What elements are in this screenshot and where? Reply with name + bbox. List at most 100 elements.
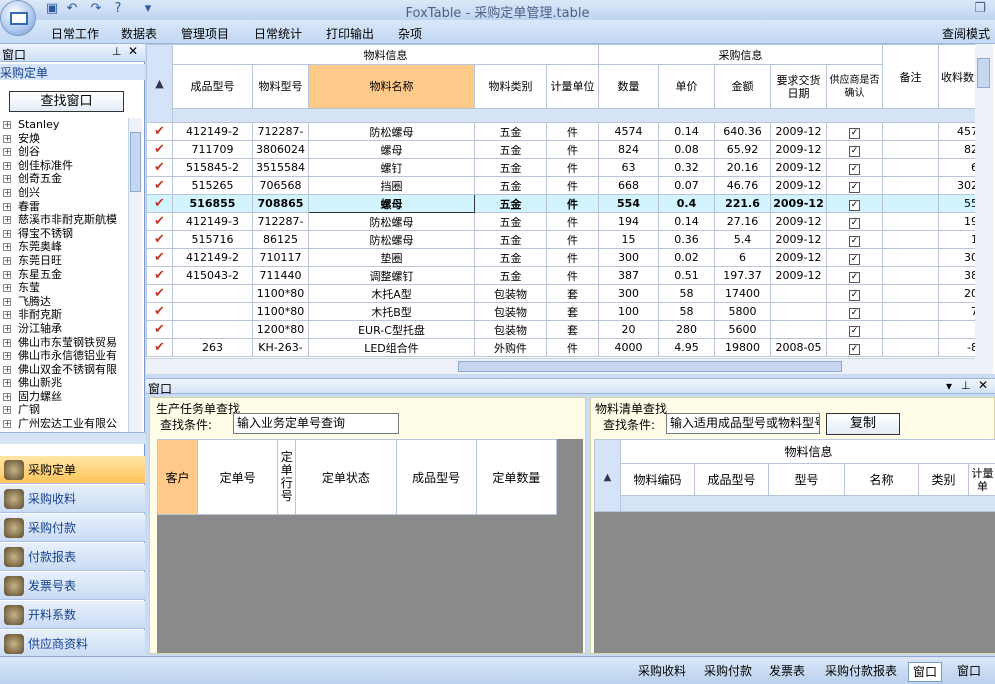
table-cell[interactable]: 外购件 [474, 338, 547, 357]
expand-icon[interactable]: + [3, 256, 11, 265]
table-cell[interactable]: 防松螺母 [308, 122, 475, 141]
table-cell[interactable]: 五金 [474, 140, 547, 159]
expand-icon[interactable]: + [3, 148, 11, 157]
grid-vertical-scrollbar[interactable] [975, 44, 993, 374]
supplier-confirmed-checkbox[interactable]: ✓ [826, 212, 883, 231]
table-cell[interactable]: 300 [598, 248, 659, 267]
table-cell[interactable]: 15 [598, 230, 659, 249]
table-cell[interactable]: 640.36 [714, 122, 771, 141]
tree-item[interactable]: + 佛山双金不锈钢有限 [0, 363, 128, 377]
table-cell[interactable]: 2009-12 [770, 194, 827, 213]
table-row[interactable]: ✔ 412149-3 712287- 防松螺母 五金件 194 0.14 27.16 2009-… [146, 212, 988, 231]
table-cell[interactable]: 5600 [714, 320, 771, 339]
table-cell[interactable]: 件 [546, 266, 599, 285]
production-col-header[interactable]: 定单数量 [475, 439, 558, 515]
row-selector[interactable]: ✔ [146, 230, 173, 249]
table-cell[interactable]: 2008-05 [770, 338, 827, 357]
tree-item[interactable]: + 佛山市东莹钢铁贸易 [0, 336, 128, 350]
tree-item[interactable]: + 春雷 [0, 200, 128, 214]
nav-item-6[interactable]: 供应商资料 [0, 630, 145, 658]
material-col-header[interactable]: 计量单 [967, 463, 995, 496]
table-cell[interactable]: 套 [546, 320, 599, 339]
nav-item-5[interactable]: 开料系数 [0, 601, 145, 629]
row-selector[interactable]: ✔ [146, 122, 173, 141]
table-cell[interactable]: 0.4 [658, 194, 715, 213]
table-cell[interactable]: 46.76 [714, 176, 771, 195]
tree-item[interactable]: + 东莞奥峰 [0, 240, 128, 254]
table-cell[interactable]: 4574 [598, 122, 659, 141]
table-cell[interactable]: 515716 [172, 230, 253, 249]
table-cell[interactable]: 197.37 [714, 266, 771, 285]
supplier-confirmed-checkbox[interactable]: ✓ [826, 176, 883, 195]
table-cell[interactable]: 668 [598, 176, 659, 195]
table-cell[interactable]: 4.95 [658, 338, 715, 357]
table-row[interactable]: ✔ 515845-2 3515584 螺钉 五金件 63 0.32 20.16 2009-12 ✓… [146, 158, 988, 177]
expand-icon[interactable]: + [3, 338, 11, 347]
expand-icon[interactable]: + [3, 121, 11, 129]
nav-item-3[interactable]: 付款报表 [0, 543, 145, 571]
nav-item-4[interactable]: 发票号表 [0, 572, 145, 600]
table-cell[interactable]: 件 [546, 338, 599, 357]
tree-item[interactable]: + 固力螺丝 [0, 390, 128, 404]
table-cell[interactable]: 3515584 [252, 158, 309, 177]
remarks-cell[interactable] [882, 248, 939, 267]
table-cell[interactable]: 711709 [172, 140, 253, 159]
table-row[interactable]: ✔7117093806024螺母五金件8240.0865.922009-12✓8… [146, 140, 988, 159]
col-header-9[interactable]: 供应商是否确认 [826, 64, 883, 109]
tree-item[interactable]: + Stanley [0, 118, 128, 132]
table-cell[interactable]: 712287- [252, 122, 309, 141]
table-cell[interactable]: 0.14 [658, 122, 715, 141]
material-select-all-cell[interactable]: ▲ [594, 439, 621, 512]
table-cell[interactable]: 17400 [714, 284, 771, 303]
expand-icon[interactable]: + [3, 202, 11, 211]
table-row[interactable]: ✔1100*80木托A型包装物套3005817400✓200 [146, 284, 988, 303]
find-window-button[interactable]: 查找窗口 [9, 91, 124, 112]
col-header-4[interactable]: 计量单位 [546, 64, 599, 109]
menu-misc[interactable]: 杂项 [398, 25, 422, 42]
material-col-header[interactable]: 物料编码 [620, 463, 695, 496]
table-cell[interactable]: 415043-2 [172, 266, 253, 285]
save-icon[interactable]: ▣ [44, 1, 60, 17]
remarks-cell[interactable] [882, 302, 939, 321]
table-cell[interactable] [172, 302, 253, 321]
production-col-header[interactable]: 定单状态 [295, 439, 397, 515]
dropdown-icon[interactable]: ▾ [946, 379, 952, 393]
table-cell[interactable]: 2009-12 [770, 212, 827, 231]
col-header-6[interactable]: 单价 [658, 64, 715, 109]
row-selector[interactable]: ✔ [146, 212, 173, 231]
remarks-cell[interactable] [882, 284, 939, 303]
table-cell[interactable]: 件 [546, 194, 599, 213]
table-cell[interactable]: 套 [546, 284, 599, 303]
row-selector[interactable]: ✔ [146, 176, 173, 195]
pin-icon[interactable]: ⊥ [961, 379, 971, 392]
table-cell[interactable]: 2009-12 [770, 266, 827, 285]
production-search-input[interactable]: 输入业务定单号查询 [233, 413, 399, 434]
tree-item[interactable]: + 创兴 [0, 186, 128, 200]
table-cell[interactable]: 5.4 [714, 230, 771, 249]
expand-icon[interactable]: + [3, 284, 11, 293]
table-cell[interactable]: 木托B型 [308, 302, 475, 321]
expand-icon[interactable]: + [3, 297, 11, 306]
row-selector[interactable]: ✔ [146, 194, 173, 213]
tree-item[interactable]: + 飞腾达 [0, 295, 128, 309]
table-cell[interactable]: 五金 [474, 248, 547, 267]
table-cell[interactable]: 件 [546, 212, 599, 231]
menu-manage-projects[interactable]: 管理项目 [181, 25, 229, 42]
quick-access-dropdown-icon[interactable]: ▾ [140, 1, 156, 17]
tree-item[interactable]: + 佛山新兆 [0, 376, 128, 390]
table-cell[interactable]: 防松螺母 [308, 230, 475, 249]
table-cell[interactable] [172, 320, 253, 339]
supplier-confirmed-checkbox[interactable]: ✓ [826, 284, 883, 303]
supplier-confirmed-checkbox[interactable]: ✓ [826, 302, 883, 321]
window-tab[interactable]: 采购付款 [700, 662, 756, 682]
table-cell[interactable]: 螺母 [308, 140, 475, 159]
pin-icon[interactable]: ⊥ [112, 45, 122, 58]
supplier-confirmed-checkbox[interactable]: ✓ [826, 266, 883, 285]
expand-icon[interactable]: + [3, 243, 11, 252]
col-header-remarks[interactable]: 备注 [882, 44, 939, 109]
tree-item[interactable]: + 创奇五金 [0, 172, 128, 186]
table-cell[interactable]: 515845-2 [172, 158, 253, 177]
table-cell[interactable]: 515265 [172, 176, 253, 195]
table-cell[interactable]: 螺母 [308, 194, 475, 213]
nav-item-2[interactable]: 采购付款 [0, 514, 145, 542]
